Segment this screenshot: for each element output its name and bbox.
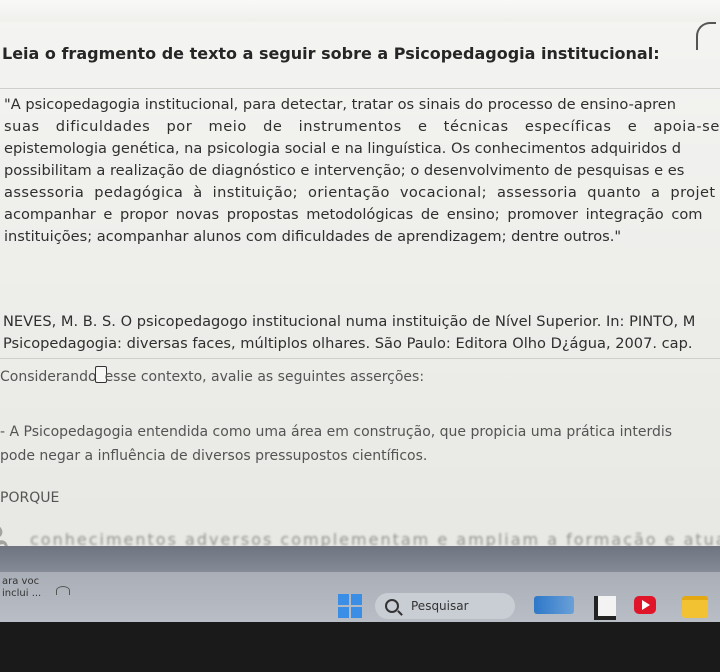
- quote-block: "A psicopedagogia institucional, para de…: [4, 94, 720, 248]
- weather-icon: [56, 586, 70, 595]
- quote-line-2: suas dificuldades por meio de instrument…: [4, 118, 720, 135]
- quote-line-3: epistemologia genética, na psicologia so…: [4, 140, 682, 157]
- divider: [0, 88, 720, 89]
- document-app-icon[interactable]: [594, 596, 616, 620]
- reference-line-1: NEVES, M. B. S. O psicopedagogo instituc…: [3, 313, 696, 330]
- instruction: Considerando esse contexto, avalie as seg…: [0, 366, 424, 387]
- file-explorer-icon[interactable]: [682, 596, 708, 618]
- weather-widget[interactable]: ara voc inclui ...: [2, 576, 41, 600]
- screen-bottom-band: [0, 546, 720, 572]
- search-icon: [385, 599, 399, 613]
- refresh-icon[interactable]: [696, 22, 716, 50]
- window-top-bar: [0, 0, 720, 22]
- quote-line-4: possibilitam a realização de diagnóstico…: [4, 162, 685, 179]
- question-prompt: Leia o fragmento de texto a seguir sobre…: [2, 44, 660, 63]
- taskbar: ara voc inclui ... Pesquisar: [0, 572, 720, 622]
- connector-porque: PORQUE: [0, 490, 60, 506]
- quote-line-5: assessoria pedagógica à instituição; ori…: [4, 184, 716, 201]
- browser-content: Leia o fragmento de texto a seguir sobre…: [0, 0, 720, 572]
- youtube-icon[interactable]: [634, 596, 656, 614]
- quote-line-6: acompanhar e propor novas propostas meto…: [4, 206, 703, 223]
- media-app-icon[interactable]: [534, 596, 574, 614]
- reference-line-2: Psicopedagogia: diversas faces, múltiplo…: [3, 335, 693, 352]
- divider: [0, 358, 720, 359]
- quote-line-1: "A psicopedagogia institucional, para de…: [4, 96, 676, 113]
- widget-title: ara voc: [2, 576, 40, 587]
- instruction-start: Considerando: [0, 369, 97, 385]
- monitor-bezel: [0, 622, 720, 672]
- start-button[interactable]: [338, 594, 362, 618]
- instruction-end: esse contexto, avalie as seguintes asser…: [104, 369, 425, 385]
- quote-line-7: instituições; acompanhar alunos com difi…: [4, 228, 622, 245]
- assertion-1-line-2: pode negar a influência de diversos pres…: [0, 448, 428, 464]
- search-placeholder: Pesquisar: [411, 599, 469, 613]
- taskbar-search[interactable]: Pesquisar: [375, 593, 515, 619]
- assertion-1-line-1: - A Psicopedagogia entendida como uma ár…: [0, 424, 673, 440]
- widget-subtitle: inclui ...: [2, 588, 42, 599]
